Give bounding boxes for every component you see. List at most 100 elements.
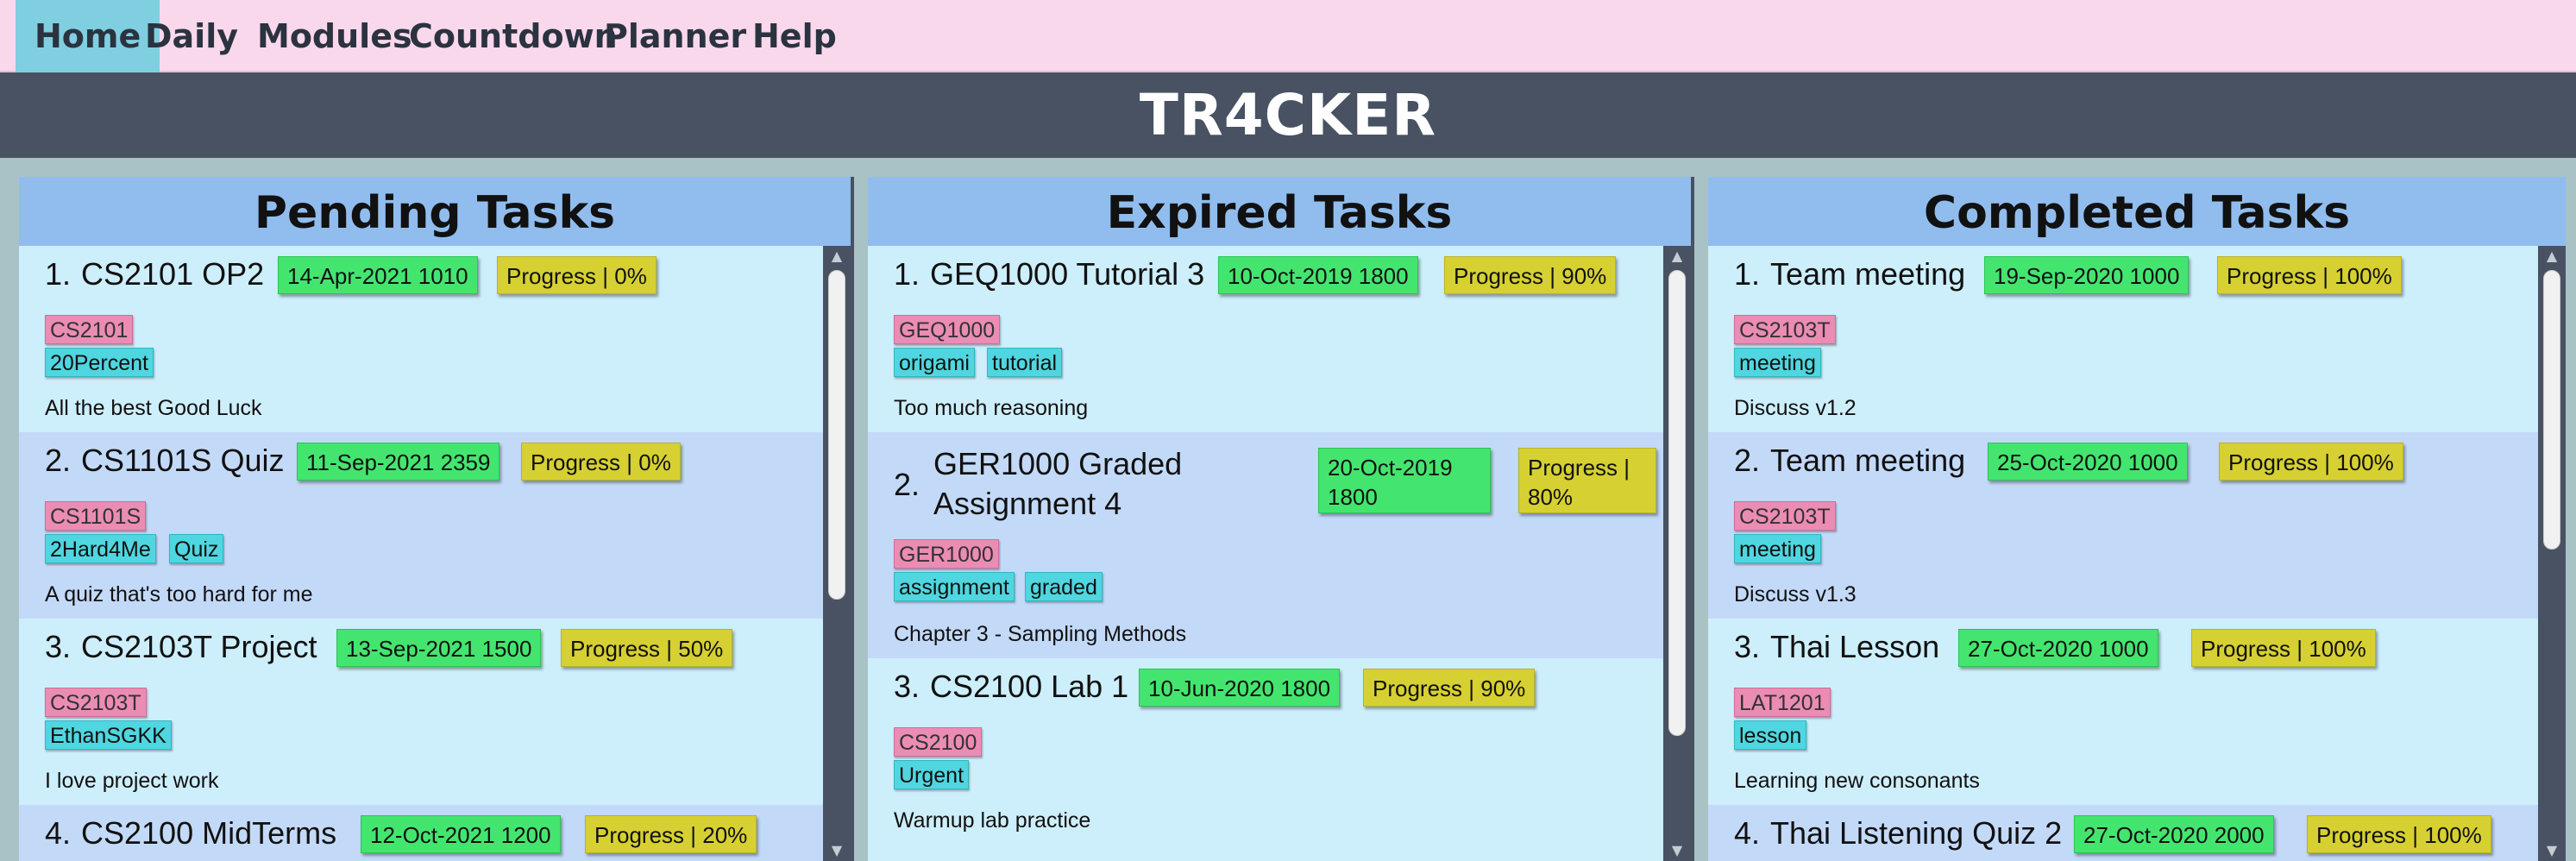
task-tag: assignment: [894, 572, 1015, 601]
progress-badge: Progress | 90%: [1444, 256, 1617, 294]
progress-badge: Progress | 100%: [2191, 629, 2376, 667]
task-index: 4.: [1734, 815, 1761, 851]
completed-tasks-header: Completed Tasks: [1708, 177, 2566, 246]
task-card[interactable]: 1. Team meeting 19-Sep-2020 1000 Progres…: [1708, 246, 2538, 432]
module-tag: LAT1201: [1734, 688, 1831, 717]
task-index: 4.: [45, 815, 72, 851]
task-name: Team meeting: [1770, 443, 1966, 478]
task-index: 2.: [894, 467, 920, 502]
task-card[interactable]: 4. CS2100 MidTerms 12-Oct-2021 1200 Prog…: [19, 805, 823, 861]
scroll-down-icon[interactable]: ▼: [2538, 840, 2566, 861]
task-description: Discuss v1.2: [1734, 396, 1857, 420]
task-index: 3.: [894, 669, 920, 704]
task-tag: lesson: [1734, 720, 1807, 750]
progress-badge: Progress | 0%: [497, 256, 657, 294]
task-index: 3.: [1734, 629, 1761, 664]
task-name: CS2100 MidTerms: [81, 815, 337, 851]
completed-tasks-panel: Completed Tasks 1. Team meeting 19-Sep-2…: [1708, 177, 2566, 861]
progress-badge: Progress | 100%: [2307, 815, 2491, 853]
task-index: 2.: [1734, 443, 1761, 478]
scroll-up-icon[interactable]: ▲: [1663, 246, 1691, 267]
module-tag: GER1000: [894, 539, 999, 569]
task-card[interactable]: 1. GEQ1000 Tutorial 3 10-Oct-2019 1800 P…: [868, 246, 1663, 432]
task-card[interactable]: 3. CS2100 Lab 1 10-Jun-2020 1800 Progres…: [868, 658, 1663, 861]
pending-tasks-header: Pending Tasks: [19, 177, 851, 246]
scroll-thumb[interactable]: [1668, 270, 1686, 736]
deadline-badge: 25-Oct-2020 1000: [1988, 443, 2188, 481]
task-tag: tutorial: [987, 348, 1063, 377]
app-title: TR4CKER: [1139, 82, 1437, 148]
task-index: 3.: [45, 629, 72, 664]
deadline-badge: 10-Oct-2019 1800: [1218, 256, 1418, 294]
task-card[interactable]: 3. Thai Lesson 27-Oct-2020 1000 Progress…: [1708, 619, 2538, 805]
task-name: CS2103T Project: [81, 629, 317, 664]
expired-scrollbar[interactable]: ▲ ▼: [1663, 246, 1691, 861]
task-description: A quiz that's too hard for me: [45, 582, 313, 606]
task-index: 1.: [894, 256, 920, 292]
progress-badge: Progress | 100%: [2217, 256, 2402, 294]
task-index: 1.: [45, 256, 72, 292]
scroll-thumb[interactable]: [2543, 270, 2560, 550]
expired-task-list[interactable]: 1. GEQ1000 Tutorial 3 10-Oct-2019 1800 P…: [868, 246, 1663, 861]
deadline-badge: 27-Oct-2020 1000: [1958, 629, 2158, 667]
task-description: Learning new consonants: [1734, 769, 1980, 793]
module-tag: CS2101: [45, 315, 134, 344]
pending-scrollbar[interactable]: ▲ ▼: [823, 246, 851, 861]
progress-badge: Progress | 90%: [1363, 669, 1536, 707]
task-card[interactable]: 2. GER1000 Graded Assignment 4 20-Oct-20…: [868, 432, 1663, 658]
progress-badge: Progress | 50%: [561, 629, 733, 667]
scroll-up-icon[interactable]: ▲: [2538, 246, 2566, 267]
task-tag: 2Hard4Me: [45, 534, 156, 563]
scroll-thumb[interactable]: [828, 270, 845, 600]
deadline-badge: 27-Oct-2020 2000: [2074, 815, 2274, 853]
pending-task-list[interactable]: 1. CS2101 OP2 14-Apr-2021 1010 Progress …: [19, 246, 823, 861]
panel-divider: [851, 177, 854, 861]
task-description: Discuss v1.3: [1734, 582, 1857, 606]
task-tag: meeting: [1734, 348, 1821, 377]
pending-tasks-panel: Pending Tasks 1. CS2101 OP2 14-Apr-2021 …: [19, 177, 851, 861]
progress-badge: Progress | 20%: [585, 815, 757, 853]
progress-badge: Progress | 100%: [2219, 443, 2403, 481]
task-card[interactable]: 3. CS2103T Project 13-Sep-2021 1500 Prog…: [19, 619, 823, 805]
task-name: CS2100 Lab 1: [930, 669, 1129, 704]
task-card[interactable]: 1. CS2101 OP2 14-Apr-2021 1010 Progress …: [19, 246, 823, 432]
module-tag: CS1101S: [45, 501, 147, 531]
module-tag: CS2103T: [1734, 315, 1836, 344]
scroll-down-icon[interactable]: ▼: [1663, 840, 1691, 861]
deadline-badge: 12-Oct-2021 1200: [361, 815, 561, 853]
task-card[interactable]: 2. Team meeting 25-Oct-2020 1000 Progres…: [1708, 432, 2538, 619]
task-name: Thai Listening Quiz 2: [1770, 815, 2063, 851]
progress-badge: Progress | 80%: [1518, 448, 1656, 513]
completed-task-list[interactable]: 1. Team meeting 19-Sep-2020 1000 Progres…: [1708, 246, 2538, 861]
task-index: 2.: [45, 443, 72, 478]
deadline-badge: 20-Oct-2019 1800: [1318, 448, 1491, 513]
task-description: I love project work: [45, 769, 219, 793]
task-description: All the best Good Luck: [45, 396, 262, 420]
task-tag: 20Percent: [45, 348, 154, 377]
deadline-badge: 19-Sep-2020 1000: [1984, 256, 2190, 294]
task-name: CS1101S Quiz: [81, 443, 285, 478]
title-bar: TR4CKER: [0, 72, 2576, 158]
task-tag: origami: [894, 348, 975, 377]
completed-scrollbar[interactable]: ▲ ▼: [2538, 246, 2566, 861]
task-name: GER1000 Graded Assignment 4: [933, 446, 1183, 521]
expired-tasks-header: Expired Tasks: [868, 177, 1691, 246]
panel-divider: [1691, 177, 1694, 861]
scroll-up-icon[interactable]: ▲: [823, 246, 851, 267]
task-description: Too much reasoning: [894, 396, 1089, 420]
task-tag: graded: [1025, 572, 1103, 601]
task-name: Team meeting: [1770, 256, 1966, 292]
task-card[interactable]: 2. CS1101S Quiz 11-Sep-2021 2359 Progres…: [19, 432, 823, 619]
task-card[interactable]: 4. Thai Listening Quiz 2 27-Oct-2020 200…: [1708, 805, 2538, 861]
module-tag: CS2103T: [45, 688, 147, 717]
task-name: CS2101 OP2: [81, 256, 265, 292]
menu-bar: Home Daily Modules Countdown Planner Hel…: [0, 0, 2576, 72]
module-tag: CS2100: [894, 727, 983, 757]
scroll-down-icon[interactable]: ▼: [823, 840, 851, 861]
task-name: GEQ1000 Tutorial 3: [930, 256, 1205, 292]
task-tag: meeting: [1734, 534, 1821, 563]
task-name: Thai Lesson: [1770, 629, 1940, 664]
menu-help[interactable]: Help: [733, 0, 856, 72]
task-tag: Quiz: [169, 534, 224, 563]
progress-badge: Progress | 0%: [521, 443, 681, 481]
